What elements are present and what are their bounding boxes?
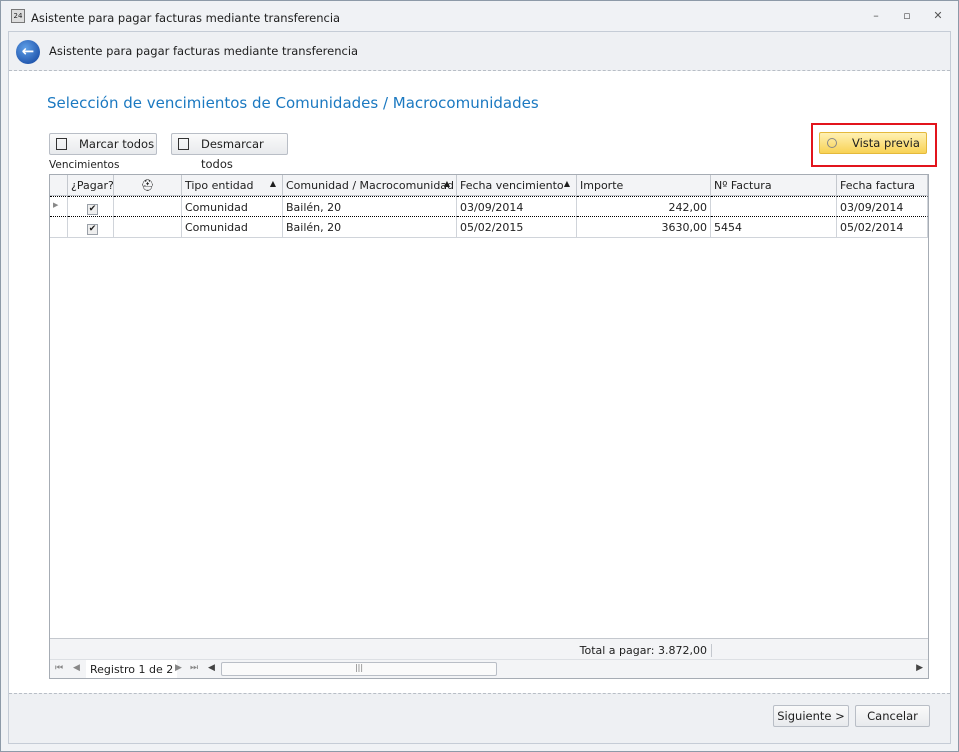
- table-row[interactable]: ✔ Comunidad Bailén, 20 05/02/2015 3630,0…: [50, 217, 928, 238]
- list-icon: [178, 138, 189, 150]
- grid-label: Vencimientos: [49, 159, 120, 171]
- restore-button[interactable]: ▫: [899, 9, 915, 23]
- record-navigator: ⏮ ◀ Registro 1 de 2 ▶ ⏭ ◀ ||| ▶: [50, 659, 928, 678]
- cancel-button[interactable]: Cancelar: [855, 705, 930, 727]
- col-importe[interactable]: Importe: [577, 175, 711, 196]
- col-tipo-entidad[interactable]: Tipo entidad ▲: [182, 175, 283, 196]
- sort-asc-icon: ▲: [443, 179, 450, 188]
- table-row[interactable]: ▶ ✔ Comunidad Bailén, 20 03/09/2014 242,…: [50, 196, 928, 217]
- col-fecha-factura[interactable]: Fecha factura: [837, 175, 928, 196]
- helmet-cell: [114, 196, 182, 217]
- fecha-factura-cell: 05/02/2014: [837, 217, 928, 238]
- close-button[interactable]: ✕: [930, 9, 946, 23]
- list-icon: [56, 138, 67, 150]
- importe-cell: 242,00: [577, 196, 711, 217]
- tipo-cell: Comunidad: [182, 217, 283, 238]
- wizard-title: Asistente para pagar facturas mediante t…: [49, 44, 359, 58]
- col-n-factura[interactable]: Nº Factura: [711, 175, 837, 196]
- row-indicator: [50, 217, 68, 238]
- col-label: Tipo entidad: [185, 179, 254, 192]
- factura-cell: [711, 196, 837, 217]
- scroll-left-icon[interactable]: ◀: [208, 663, 215, 673]
- col-comunidad[interactable]: Comunidad / Macrocomunidad ▲: [283, 175, 457, 196]
- comunidad-cell: Bailén, 20: [283, 196, 457, 217]
- tipo-cell: Comunidad: [182, 196, 283, 217]
- prev-record-icon[interactable]: ◀: [73, 663, 80, 673]
- unmark-all-button[interactable]: Desmarcar todos: [171, 133, 288, 171]
- col-label: Comunidad / Macrocomunidad: [286, 179, 455, 192]
- comunidad-cell: Bailén, 20: [283, 217, 457, 238]
- helmet-cell: [114, 217, 182, 238]
- preview-label: Vista previa: [852, 136, 920, 150]
- last-record-icon[interactable]: ⏭: [190, 663, 198, 673]
- title-bar: 24 Asistente para pagar facturas mediant…: [1, 1, 958, 31]
- window-title: Asistente para pagar facturas mediante t…: [31, 11, 341, 25]
- vencimientos-grid: ¿Pagar? ⛑ Tipo entidad ▲ Comunidad / Macr…: [49, 174, 929, 679]
- importe-cell: 3630,00: [577, 217, 711, 238]
- wizard-footer: Siguiente > Cancelar: [9, 693, 950, 743]
- col-label: Fecha vencimiento: [460, 179, 564, 192]
- factura-cell: 5454: [711, 217, 837, 238]
- sort-asc-icon: ▲: [563, 179, 570, 188]
- minimize-button[interactable]: –: [868, 9, 884, 23]
- wizard-panel: ← Asistente para pagar facturas mediante…: [8, 31, 951, 744]
- next-record-icon[interactable]: ▶: [175, 663, 182, 673]
- sort-asc-icon: ▲: [269, 179, 276, 188]
- magnifier-icon: [827, 138, 837, 148]
- first-record-icon[interactable]: ⏮: [55, 663, 63, 673]
- fecha-venc-cell: 05/02/2015: [457, 217, 577, 238]
- col-pagar[interactable]: ¿Pagar?: [68, 175, 114, 196]
- app-icon: 24: [11, 9, 25, 23]
- pagar-checkbox[interactable]: ✔: [87, 224, 98, 235]
- back-arrow-icon[interactable]: ←: [16, 40, 40, 64]
- mark-all-button[interactable]: Marcar todos: [49, 133, 157, 155]
- pagar-checkbox[interactable]: ✔: [87, 204, 98, 215]
- record-counter: Registro 1 de 2: [86, 660, 178, 678]
- next-button[interactable]: Siguiente >: [773, 705, 849, 727]
- horizontal-scrollbar-thumb[interactable]: |||: [221, 662, 497, 676]
- mark-all-label: Marcar todos: [79, 137, 155, 151]
- preview-button[interactable]: Vista previa: [819, 132, 927, 154]
- row-indicator-icon: ▶: [50, 196, 68, 217]
- pagar-cell[interactable]: ✔: [68, 217, 114, 238]
- fecha-factura-cell: 03/09/2014: [837, 196, 928, 217]
- wizard-header: ← Asistente para pagar facturas mediante…: [9, 32, 950, 71]
- total-label: Total a pagar: 3.872,00: [578, 644, 712, 657]
- fecha-venc-cell: 03/09/2014: [457, 196, 577, 217]
- scroll-right-icon[interactable]: ▶: [916, 663, 923, 673]
- window: 24 Asistente para pagar facturas mediant…: [0, 0, 959, 752]
- col-fecha-vencimiento[interactable]: Fecha vencimiento ▲: [457, 175, 577, 196]
- row-indicator-header: [50, 175, 68, 196]
- helmet-icon: ⛑: [140, 179, 155, 192]
- grid-footer: Total a pagar: 3.872,00: [50, 638, 928, 659]
- section-title: Selección de vencimientos de Comunidades…: [47, 94, 539, 112]
- pagar-cell[interactable]: ✔: [68, 196, 114, 217]
- unmark-all-label: Desmarcar todos: [201, 137, 264, 171]
- col-helmet[interactable]: ⛑: [114, 175, 182, 196]
- grid-header: ¿Pagar? ⛑ Tipo entidad ▲ Comunidad / Macr…: [50, 175, 928, 196]
